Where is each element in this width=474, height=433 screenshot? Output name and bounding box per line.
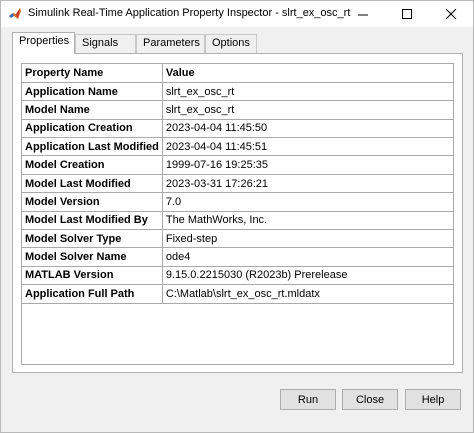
table-row[interactable]: MATLAB Version 9.15.0.2215030 (R2023b) P… <box>22 265 453 286</box>
table-row[interactable]: Application Last Modified 2023-04-04 11:… <box>22 137 453 157</box>
properties-table[interactable]: Property Name Value Application Name slr… <box>21 63 454 365</box>
property-value-cell: The MathWorks, Inc. <box>161 210 453 231</box>
close-window-button[interactable] <box>429 1 473 27</box>
property-value-cell: 2023-03-31 17:26:21 <box>161 173 453 194</box>
property-inspector-window: Simulink Real-Time Application Property … <box>0 0 474 433</box>
table-row[interactable]: Application Creation 2023-04-04 11:45:50 <box>22 118 453 139</box>
table-row[interactable]: Model Solver Name ode4 <box>22 247 453 267</box>
table-row[interactable]: Application Name slrt_ex_osc_rt <box>22 81 453 102</box>
column-header-property-name[interactable]: Property Name <box>22 64 163 83</box>
tab-label: Properties <box>19 35 70 47</box>
property-value-cell: 2023-04-04 11:45:51 <box>161 137 453 157</box>
window-title: Simulink Real-Time Application Property … <box>28 7 351 19</box>
property-name-cell: Application Creation <box>22 118 163 139</box>
property-value-cell: C:\Matlab\slrt_ex_osc_rt.mldatx <box>161 284 453 304</box>
property-name-cell: Model Version <box>22 192 163 212</box>
tab-signals[interactable]: Signals <box>75 34 136 53</box>
table-row[interactable]: Model Name slrt_ex_osc_rt <box>22 100 453 120</box>
property-name-cell: Application Name <box>22 81 163 102</box>
tab-label: Options <box>212 37 250 49</box>
property-name-cell: Model Solver Type <box>22 229 163 249</box>
property-name-cell: MATLAB Version <box>22 265 163 286</box>
property-value-cell: Fixed-step <box>161 229 453 249</box>
property-value-cell: 1999-07-16 19:25:35 <box>161 155 453 175</box>
property-name-cell: Model Last Modified By <box>22 210 163 231</box>
table-row[interactable]: Model Version 7.0 <box>22 192 453 212</box>
table-row[interactable]: Model Solver Type Fixed-step <box>22 229 453 249</box>
property-value-cell: 2023-04-04 11:45:50 <box>161 118 453 139</box>
run-button[interactable]: Run <box>280 389 336 410</box>
title-bar[interactable]: Simulink Real-Time Application Property … <box>1 1 473 27</box>
maximize-icon <box>401 8 412 19</box>
property-name-cell: Model Name <box>22 100 163 120</box>
property-value-cell: slrt_ex_osc_rt <box>161 100 453 120</box>
table-row[interactable]: Model Creation 1999-07-16 19:25:35 <box>22 155 453 175</box>
property-name-cell: Application Full Path <box>22 284 163 304</box>
tab-properties[interactable]: Properties <box>12 32 75 54</box>
property-name-cell: Application Last Modified <box>22 137 163 157</box>
property-value-cell: 9.15.0.2215030 (R2023b) Prerelease <box>161 265 453 286</box>
property-value-cell: ode4 <box>161 247 453 267</box>
tab-options[interactable]: Options <box>205 34 257 53</box>
matlab-logo-icon <box>8 7 22 21</box>
property-name-cell: Model Last Modified <box>22 173 163 194</box>
maximize-button[interactable] <box>385 1 429 27</box>
table-row[interactable]: Application Full Path C:\Matlab\slrt_ex_… <box>22 284 453 304</box>
property-value-cell: slrt_ex_osc_rt <box>161 81 453 102</box>
property-value-cell: 7.0 <box>161 192 453 212</box>
table-row[interactable]: Model Last Modified By The MathWorks, In… <box>22 210 453 231</box>
properties-panel: Property Name Value Application Name slr… <box>12 53 463 373</box>
close-icon <box>445 8 456 19</box>
close-button[interactable]: Close <box>342 389 398 410</box>
property-name-cell: Model Creation <box>22 155 163 175</box>
column-header-value[interactable]: Value <box>161 64 453 83</box>
tab-label: Parameters <box>143 37 200 49</box>
minimize-button[interactable] <box>341 1 385 27</box>
tab-parameters[interactable]: Parameters <box>136 34 205 53</box>
minimize-icon <box>357 14 368 15</box>
property-name-cell: Model Solver Name <box>22 247 163 267</box>
table-row[interactable]: Model Last Modified 2023-03-31 17:26:21 <box>22 173 453 194</box>
help-button[interactable]: Help <box>405 389 461 410</box>
tab-label: Signals <box>82 37 119 49</box>
table-header-row: Property Name Value <box>22 64 453 83</box>
